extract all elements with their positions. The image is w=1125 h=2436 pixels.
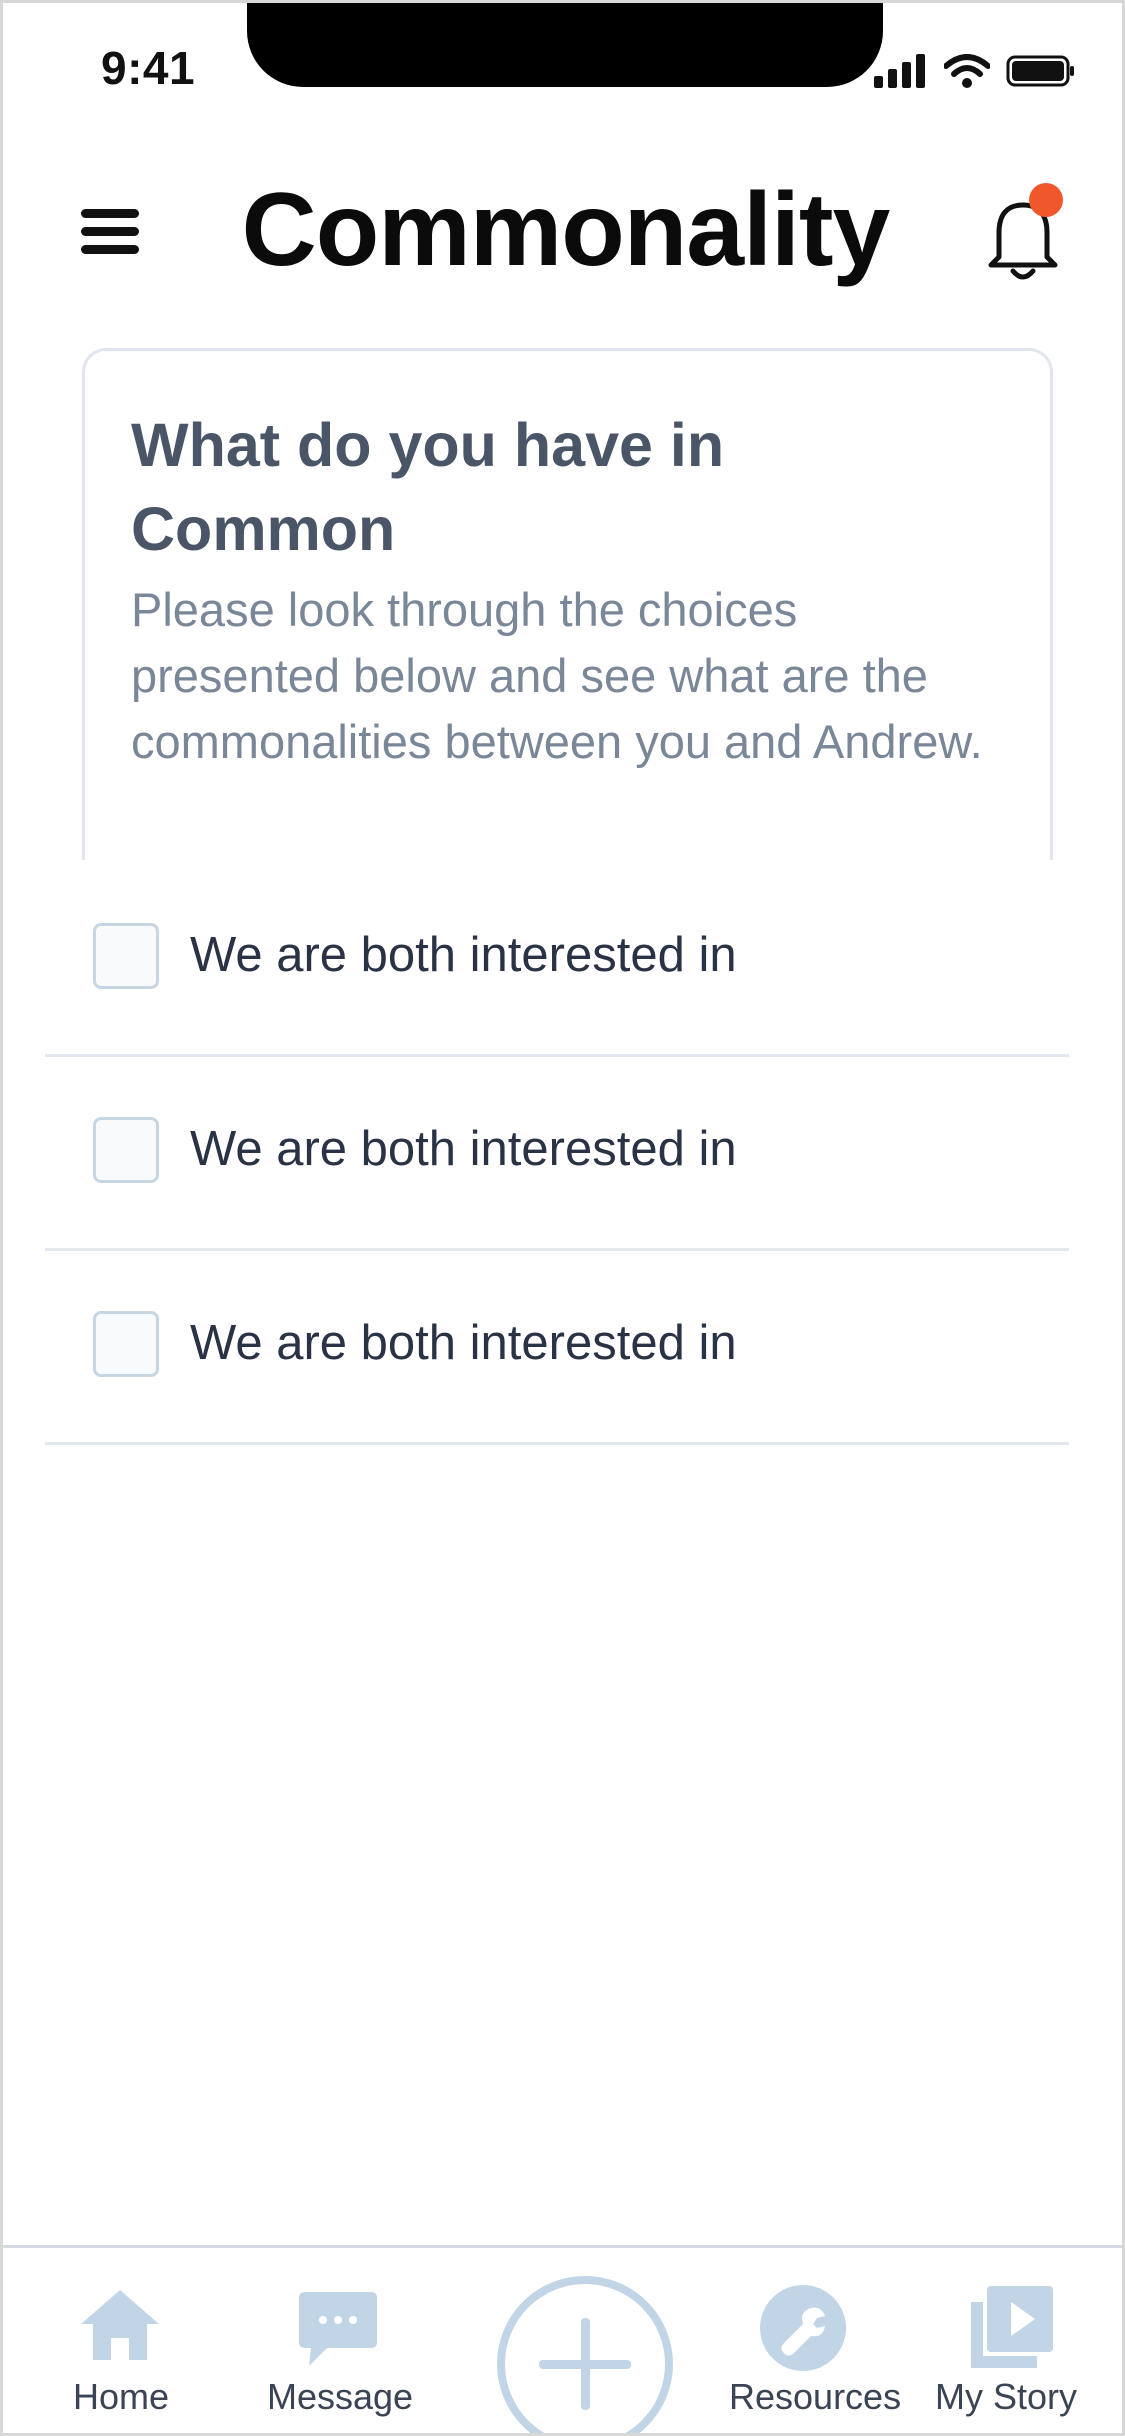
- tab-label-home: Home: [73, 2376, 170, 2417]
- app-header: Commonality: [3, 153, 1122, 313]
- checklist-item-label: We are both interested in: [190, 1122, 737, 1176]
- video-library-icon: [971, 2286, 1053, 2368]
- wrench-icon: [760, 2285, 846, 2371]
- intro-description: Please look through the choices presente…: [131, 583, 983, 768]
- intro-title: What do you have in Common: [131, 411, 725, 563]
- battery-icon: [1006, 55, 1074, 87]
- plus-icon: [539, 2318, 631, 2410]
- checkbox[interactable]: [93, 923, 159, 989]
- checklist-item[interactable]: We are both interested in: [45, 863, 1069, 1057]
- tab-label-my-story: My Story: [935, 2376, 1078, 2417]
- checklist-item-label: We are both interested in: [190, 1316, 737, 1370]
- notification-badge: [1029, 183, 1063, 217]
- bottom-tab-bar: Home Message Resources My Story: [3, 2245, 1122, 2433]
- phone-frame: 9:41 Commonality What do you have in Com…: [0, 0, 1125, 2436]
- intro-card: What do you have in Common Please look t…: [82, 348, 1053, 860]
- tab-home[interactable]: Home: [43, 2248, 203, 2433]
- tab-my-story[interactable]: My Story: [933, 2248, 1103, 2433]
- checkbox[interactable]: [93, 1311, 159, 1377]
- tab-resources[interactable]: Resources: [723, 2248, 913, 2433]
- home-icon: [81, 2290, 159, 2360]
- tab-label-resources: Resources: [729, 2376, 902, 2417]
- wifi-icon: [944, 54, 990, 88]
- tab-label-message: Message: [267, 2376, 414, 2417]
- page-title: Commonality: [241, 172, 891, 288]
- add-button[interactable]: [497, 2276, 673, 2433]
- checkbox[interactable]: [93, 1117, 159, 1183]
- commonality-checklist: We are both interested in We are both in…: [45, 863, 1069, 1445]
- checklist-item[interactable]: We are both interested in: [45, 1251, 1069, 1445]
- checklist-item[interactable]: We are both interested in: [45, 1057, 1069, 1251]
- tab-message[interactable]: Message: [263, 2248, 423, 2433]
- device-notch: [247, 3, 883, 87]
- status-time: 9:41: [101, 42, 196, 94]
- message-icon: [299, 2292, 377, 2366]
- cellular-signal-icon: [874, 54, 925, 88]
- status-icons: [874, 51, 1076, 91]
- checklist-item-label: We are both interested in: [190, 928, 737, 982]
